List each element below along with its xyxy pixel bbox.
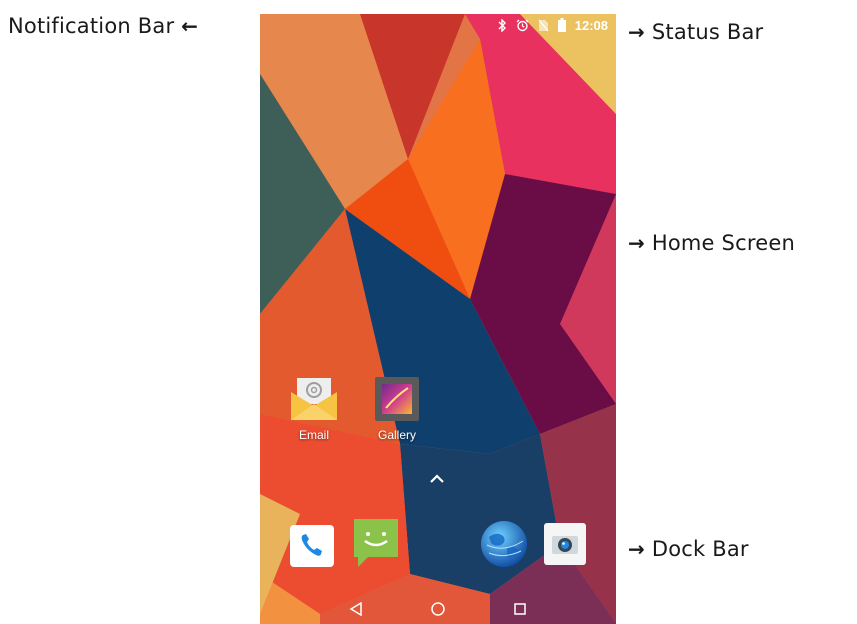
status-bar-callout: → Status Bar	[628, 20, 763, 44]
home-screen-callout: → Home Screen	[628, 231, 795, 255]
dock-bar-label: Dock Bar	[651, 537, 749, 561]
notification-bar-label: Notification Bar	[8, 14, 175, 38]
phone-icon	[290, 525, 334, 567]
navigation-bar	[260, 594, 616, 624]
home-screen-label: Home Screen	[651, 231, 795, 255]
phone-screen: 12:08 Email Gallery	[260, 14, 616, 624]
alarm-icon	[516, 19, 529, 32]
messaging-dock-button[interactable]	[352, 517, 400, 574]
email-label: Email	[298, 428, 329, 442]
status-bar-label: Status Bar	[651, 20, 764, 44]
recents-button[interactable]	[505, 594, 535, 624]
gallery-app[interactable]: Gallery	[365, 376, 429, 442]
bluetooth-icon	[497, 18, 507, 32]
gallery-icon	[375, 377, 419, 421]
recents-icon	[514, 603, 526, 615]
email-icon	[291, 378, 337, 420]
back-icon	[349, 602, 362, 616]
camera-icon	[544, 523, 586, 565]
arrow-right-icon: →	[628, 20, 645, 44]
dock-bar-callout: → Dock Bar	[628, 537, 749, 561]
chevron-up-icon	[430, 474, 444, 483]
status-time: 12:08	[574, 17, 608, 33]
arrow-right-icon: →	[628, 537, 645, 561]
browser-icon	[481, 521, 527, 567]
gallery-label: Gallery	[377, 428, 416, 442]
phone-dock-button[interactable]	[289, 524, 335, 573]
browser-dock-button[interactable]	[479, 519, 529, 574]
email-app[interactable]: Email	[282, 376, 346, 442]
back-button[interactable]	[341, 594, 371, 624]
no-sim-icon	[538, 19, 549, 32]
home-icon	[431, 602, 445, 616]
arrow-left-icon: ←	[181, 14, 199, 38]
home-button[interactable]	[423, 594, 453, 624]
notification-bar-callout: Notification Bar ←	[8, 14, 198, 38]
camera-dock-button[interactable]	[543, 522, 587, 571]
arrow-right-icon: →	[628, 231, 645, 255]
app-drawer-button[interactable]	[428, 472, 446, 490]
status-bar[interactable]: 12:08	[260, 14, 616, 36]
battery-icon	[557, 18, 566, 32]
messaging-icon	[354, 519, 398, 567]
